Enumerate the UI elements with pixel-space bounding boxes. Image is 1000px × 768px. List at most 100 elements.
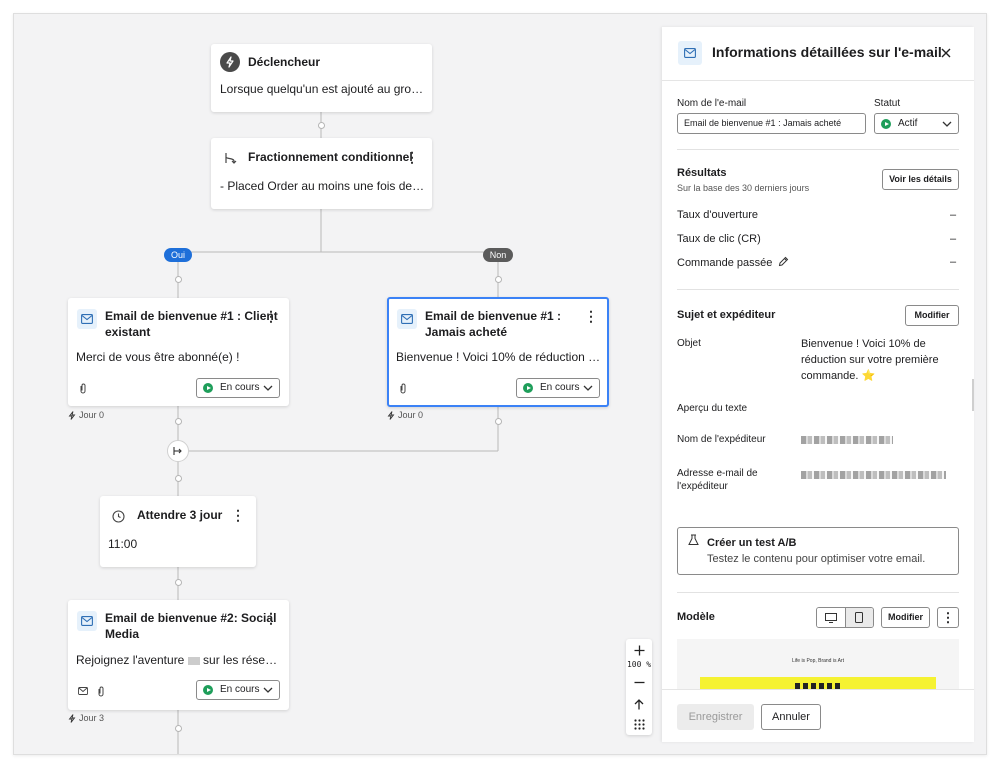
merge-node-icon[interactable] [167, 440, 189, 462]
email2-text: Bienvenue ! Voici 10% de réduction sur v… [396, 350, 601, 364]
device-toggle [816, 607, 874, 628]
wait-card[interactable]: Attendre 3 jour ⋮ 11:00 [100, 496, 256, 567]
email-card-existing-client[interactable]: Email de bienvenue #1 : Client existant … [68, 298, 289, 406]
subject-label: Objet [677, 338, 701, 349]
panel-header: Informations détaillées sur l'e-mail [662, 27, 974, 81]
play-icon [203, 685, 213, 695]
email3-title-line2: Media [105, 627, 140, 641]
ab-test-box[interactable]: Créer un test A/B Testez le contenu pour… [677, 527, 959, 575]
play-icon [203, 383, 213, 393]
lightning-icon [68, 410, 76, 420]
grid-icon[interactable] [626, 715, 652, 733]
email-icon [77, 611, 97, 631]
email-icon [397, 309, 417, 329]
email1-status-select[interactable]: En cours [196, 378, 280, 398]
subject-edit-button[interactable]: Modifier [905, 305, 959, 326]
split-title: Fractionnement conditionnel [248, 150, 413, 164]
metric-open-rate-value: – [950, 209, 957, 221]
trigger-card[interactable]: Déclencheur Lorsque quelqu'un est ajouté… [211, 44, 432, 112]
attachment-icon [393, 378, 413, 398]
trigger-text: Lorsque quelqu'un est ajouté au groupe E… [220, 82, 425, 96]
divider [677, 592, 959, 593]
template-title: Modèle [677, 611, 715, 623]
connector-dot [175, 276, 182, 283]
split-menu-button[interactable]: ⋮ [405, 149, 419, 165]
email2-title-line1: Email de bienvenue #1 : [425, 309, 562, 323]
template-more-button[interactable]: ⋮ [937, 607, 959, 628]
email1-menu-button[interactable]: ⋮ [264, 308, 278, 324]
lightning-icon [220, 52, 240, 72]
email3-title-line1: Email de bienvenue #2: Social [105, 611, 277, 625]
metric-order-value: – [950, 256, 957, 268]
sender-address-label-line1: Adresse e-mail de [677, 468, 758, 479]
chevron-down-icon [263, 382, 273, 400]
connector-dot [495, 276, 502, 283]
metric-click-rate-value: – [950, 233, 957, 245]
metric-open-rate-label: Taux d'ouverture [677, 209, 758, 221]
subject-value-line2: réduction sur votre première [801, 354, 939, 366]
lightning-icon [387, 410, 395, 420]
lightning-icon [68, 713, 76, 723]
flow-canvas[interactable]: Déclencheur Lorsque quelqu'un est ajouté… [14, 14, 664, 754]
split-text: - Placed Order au moins une fois depuis … [220, 179, 425, 193]
branch-no-badge: Non [483, 248, 513, 262]
status-select[interactable]: Actif [874, 113, 959, 134]
zoom-level: 100 % [626, 660, 652, 669]
envelope-small-icon [73, 681, 93, 701]
ab-test-subtitle: Testez le contenu pour optimiser votre e… [707, 553, 926, 565]
panel-title: Informations détaillées sur l'e-mail [712, 44, 942, 60]
template-edit-button[interactable]: Modifier [881, 607, 930, 628]
save-button[interactable]: Enregistrer [677, 704, 754, 730]
redacted-sender-name [801, 436, 893, 444]
email1-day-label: Jour 0 [68, 410, 104, 420]
preview-tagline: Life is Pop, Brand is Art [792, 658, 844, 664]
zoom-controls: 100 % [626, 639, 652, 735]
sender-address-label-line2: l'expéditeur [677, 481, 728, 492]
conditional-split-card[interactable]: Fractionnement conditionnel ⋮ - Placed O… [211, 138, 432, 209]
wait-time: 11:00 [108, 537, 138, 551]
zoom-out-button[interactable] [626, 673, 652, 691]
attachment-icon [73, 378, 93, 398]
email2-status-select[interactable]: En cours [516, 378, 600, 398]
chevron-down-icon [942, 118, 952, 136]
clock-icon [108, 506, 128, 526]
close-icon[interactable] [936, 43, 956, 63]
metric-click-rate-label: Taux de clic (CR) [677, 233, 761, 245]
email1-title-line1: Email de bienvenue #1 : Client [105, 309, 278, 323]
view-details-button[interactable]: Voir les détails [882, 169, 959, 190]
app-window: Déclencheur Lorsque quelqu'un est ajouté… [13, 13, 987, 755]
flask-icon [686, 533, 700, 547]
email-name-field[interactable]: Email de bienvenue #1 : Jamais acheté [677, 113, 866, 134]
email3-day-label: Jour 3 [68, 713, 104, 723]
email1-text: Merci de vous être abonné(e) ! [76, 350, 240, 364]
pencil-icon[interactable] [778, 256, 789, 270]
zoom-in-button[interactable] [626, 641, 652, 659]
email3-menu-button[interactable]: ⋮ [264, 610, 278, 626]
ab-test-title: Créer un test A/B [707, 537, 797, 549]
mobile-icon[interactable] [845, 608, 873, 627]
wait-menu-button[interactable]: ⋮ [231, 507, 245, 523]
email2-menu-button[interactable]: ⋮ [584, 308, 598, 324]
attachment-icon [91, 681, 111, 701]
metric-order-label: Commande passée [677, 256, 789, 270]
template-preview: Life is Pop, Brand is Art [677, 639, 959, 689]
email-card-never-purchased[interactable]: Email de bienvenue #1 : Jamais acheté ⋮ … [387, 297, 609, 407]
connector-dot [175, 475, 182, 482]
play-icon [523, 383, 533, 393]
split-icon [220, 148, 240, 168]
connector-dot [175, 725, 182, 732]
arrow-up-icon[interactable] [626, 695, 652, 713]
cancel-button[interactable]: Annuler [761, 704, 821, 730]
email-name-label: Nom de l'e-mail [677, 98, 747, 109]
preview-banner [700, 677, 936, 689]
email3-status-select[interactable]: En cours [196, 680, 280, 700]
preview-text-label: Aperçu du texte [677, 403, 748, 414]
connector-dot [318, 122, 325, 129]
desktop-icon[interactable] [817, 608, 846, 627]
email-icon [77, 309, 97, 329]
panel-scrollbar[interactable] [972, 379, 974, 411]
email-card-social-media[interactable]: Email de bienvenue #2: Social Media ⋮ Re… [68, 600, 289, 710]
subject-sender-title: Sujet et expéditeur [677, 309, 776, 321]
panel-footer: Enregistrer Annuler [662, 689, 974, 742]
divider [677, 289, 959, 290]
